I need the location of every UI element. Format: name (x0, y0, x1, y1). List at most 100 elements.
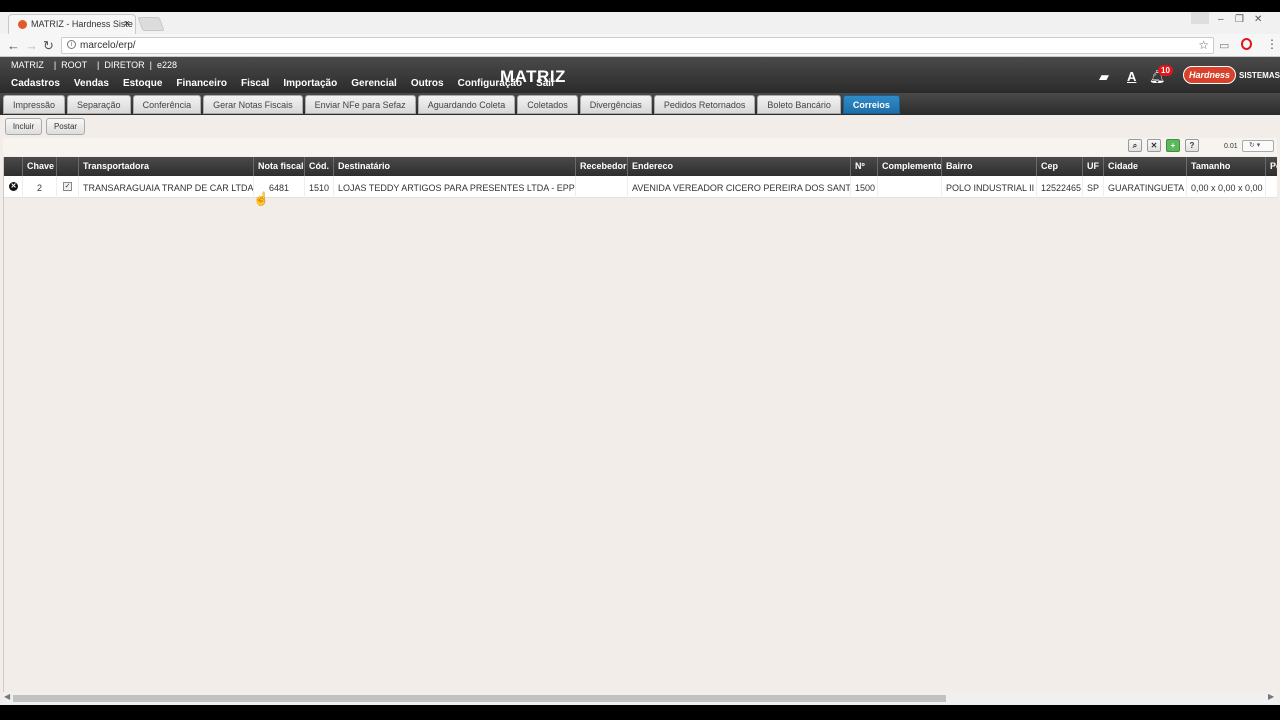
browser-tab[interactable]: MATRIZ - Hardness Siste × (8, 14, 136, 34)
module-tabs: Impressão Separação Conferência Gerar No… (0, 93, 1280, 115)
col-tamanho[interactable]: Tamanho (1187, 157, 1266, 176)
tab-enviar-nfe[interactable]: Enviar NFe para Sefaz (304, 95, 416, 114)
app-header: MATRIZ | ROOT | DIRETOR | e228 Cadastros… (0, 57, 1280, 93)
screen-bottom-bar (0, 705, 1280, 720)
scrollbar-thumb[interactable] (13, 695, 946, 702)
logo-pill: Hardness (1183, 66, 1237, 84)
clear-filter-icon[interactable]: ✕ (1147, 139, 1161, 152)
opera-extension-icon[interactable] (1241, 38, 1252, 50)
incluir-button[interactable]: Incluir (5, 118, 42, 135)
menu-financeiro[interactable]: Financeiro (176, 78, 227, 89)
tab-correios[interactable]: Correios (842, 95, 900, 114)
tab-gerar-notas-fiscais[interactable]: Gerar Notas Fiscais (203, 95, 303, 114)
page-size-select[interactable]: ↻ ▾ (1242, 140, 1274, 152)
table-row[interactable]: ✕ 2 ✓ TRANSARAGUAIA TRANP DE CAR LTDA 64… (4, 176, 1277, 198)
cast-icon[interactable]: ▭ (1219, 39, 1229, 52)
browser-tab-title: MATRIZ - Hardness Siste (31, 19, 133, 29)
col-peso[interactable]: Pe (1266, 157, 1277, 176)
menu-gerencial[interactable]: Gerencial (351, 78, 397, 89)
url-text: marcelo/erp/ (80, 40, 136, 51)
menu-fiscal[interactable]: Fiscal (241, 78, 269, 89)
cell-cep: 12522465 (1037, 176, 1083, 198)
cell-recebedor (576, 176, 628, 198)
tab-separacao[interactable]: Separação (67, 95, 131, 114)
tab-divergencias[interactable]: Divergências (579, 95, 652, 114)
logo: Hardness SISTEMAS (1183, 65, 1280, 85)
col-numero[interactable]: Nº (851, 157, 878, 176)
screen-top-bar (0, 0, 1280, 12)
logo-subtitle: SISTEMAS (1239, 70, 1280, 80)
back-icon[interactable]: ← (7, 38, 20, 53)
browser-menu-icon[interactable]: ⋮ (1266, 37, 1278, 51)
cell-destinatario: LOJAS TEDDY ARTIGOS PARA PRESENTES LTDA … (334, 176, 576, 198)
tab-close-icon[interactable]: × (124, 18, 130, 30)
restore-icon[interactable]: ❐ (1235, 14, 1244, 25)
col-cidade[interactable]: Cidade (1104, 157, 1187, 176)
menu-outros[interactable]: Outros (411, 78, 444, 89)
url-input[interactable]: i marcelo/erp/ ☆ (61, 37, 1214, 54)
bookmark-star-icon[interactable]: ☆ (1198, 38, 1209, 52)
new-tab-button[interactable] (137, 17, 165, 31)
reload-icon[interactable]: ↻ (43, 38, 54, 54)
col-recebedor[interactable]: Recebedor (576, 157, 628, 176)
minimize-icon[interactable]: – (1218, 14, 1224, 25)
grid-header: Chave Transportadora Nota fiscal Cód. De… (4, 157, 1277, 176)
col-transportadora[interactable]: Transportadora (79, 157, 254, 176)
col-complemento[interactable]: Complemento (878, 157, 942, 176)
cell-numero: 1500 (851, 176, 878, 198)
profile-icon[interactable] (1191, 12, 1209, 24)
tab-pedidos-retornados[interactable]: Pedidos Retornados (653, 95, 756, 114)
main-content: Incluir Postar ⌕ ✕ + ? 0.01 ↻ ▾ Chave Tr… (0, 115, 1280, 720)
col-actions (4, 157, 23, 176)
delete-icon[interactable]: ✕ (9, 182, 18, 191)
font-icon[interactable]: A (1127, 69, 1136, 84)
menu-importacao[interactable]: Importação (283, 78, 337, 89)
cell-chave: 2 (23, 176, 57, 198)
scroll-left-icon[interactable]: ◀ (4, 692, 10, 701)
favicon-icon (18, 20, 27, 29)
browser-tabbar: MATRIZ - Hardness Siste × (0, 12, 1280, 34)
col-cod[interactable]: Cód. (305, 157, 334, 176)
notification-badge: 10 (1158, 65, 1173, 76)
chat-icon[interactable]: ▰ (1099, 69, 1109, 85)
cell-tamanho: 0,00 x 0,00 x 0,00 (1187, 176, 1266, 198)
col-endereco[interactable]: Endereco (628, 157, 851, 176)
window-close-icon[interactable]: ✕ (1254, 14, 1262, 25)
menu-vendas[interactable]: Vendas (74, 78, 109, 89)
menu-cadastros[interactable]: Cadastros (11, 78, 60, 89)
col-nota-fiscal[interactable]: Nota fiscal (254, 157, 305, 176)
cell-uf: SP (1083, 176, 1104, 198)
main-menu: Cadastros Vendas Estoque Financeiro Fisc… (0, 78, 558, 89)
info-icon[interactable]: i (67, 40, 76, 49)
menu-estoque[interactable]: Estoque (123, 78, 162, 89)
row-actions-cell: ✕ (4, 176, 23, 198)
scroll-right-icon[interactable]: ▶ (1268, 692, 1274, 701)
cell-transportadora: TRANSARAGUAIA TRANP DE CAR LTDA (79, 176, 254, 198)
col-cep[interactable]: Cep (1037, 157, 1083, 176)
col-destinatario[interactable]: Destinatário (334, 157, 576, 176)
help-icon[interactable]: ? (1185, 139, 1199, 152)
row-checkbox[interactable]: ✓ (63, 182, 72, 191)
cell-bairro: POLO INDUSTRIAL II (942, 176, 1037, 198)
tab-impressao[interactable]: Impressão (3, 95, 66, 114)
cell-complemento (878, 176, 942, 198)
col-uf[interactable]: UF (1083, 157, 1104, 176)
data-grid: Chave Transportadora Nota fiscal Cód. De… (3, 157, 1277, 697)
tab-conferencia[interactable]: Conferência (132, 95, 202, 114)
add-icon[interactable]: + (1166, 139, 1180, 152)
forward-icon[interactable]: → (25, 38, 38, 53)
user-info-line: MATRIZ | ROOT | DIRETOR | e228 (11, 60, 178, 70)
tab-coletados[interactable]: Coletados (517, 95, 578, 114)
grid-toolbar (3, 138, 1277, 156)
postar-button[interactable]: Postar (46, 118, 85, 135)
cell-cidade: GUARATINGUETA (1104, 176, 1187, 198)
mouse-cursor-icon: ☝ (253, 191, 270, 206)
cell-endereco: AVENIDA VEREADOR CICERO PEREIRA DOS SANT (628, 176, 851, 198)
col-chave[interactable]: Chave (23, 157, 57, 176)
address-bar-row: ← → ↻ i marcelo/erp/ ☆ ▭ ⋮ (0, 34, 1280, 57)
tab-aguardando-coleta[interactable]: Aguardando Coleta (417, 95, 516, 114)
search-icon[interactable]: ⌕ (1128, 139, 1142, 152)
horizontal-scrollbar[interactable]: ◀ ▶ (3, 692, 1277, 704)
col-bairro[interactable]: Bairro (942, 157, 1037, 176)
tab-boleto-bancario[interactable]: Boleto Bancário (757, 95, 841, 114)
